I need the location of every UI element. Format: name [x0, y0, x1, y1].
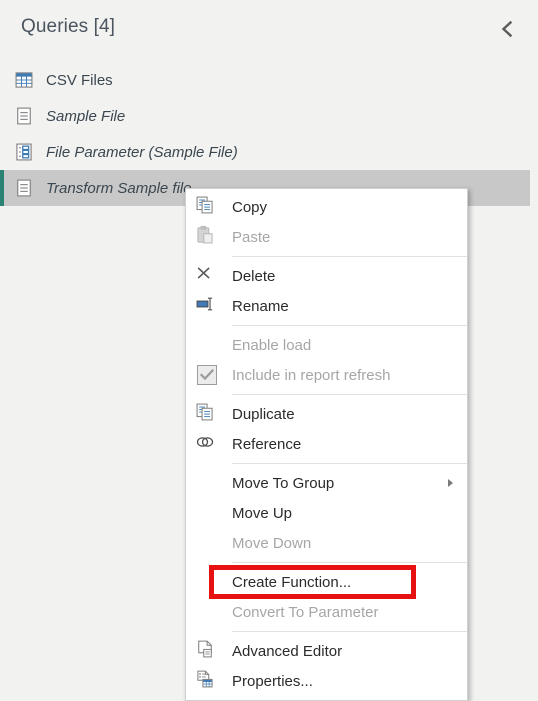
- menu-item-no-icon: [195, 570, 219, 594]
- menu-item-label: Move Down: [232, 534, 312, 552]
- menu-item-rename[interactable]: Rename: [186, 291, 467, 321]
- menu-item-label: Move To Group: [232, 474, 335, 492]
- menu-item-delete[interactable]: Delete: [186, 261, 467, 291]
- menu-item-label: Properties...: [232, 672, 313, 690]
- chevron-left-icon: [499, 19, 515, 39]
- menu-item-label: Convert To Parameter: [232, 603, 379, 621]
- menu-item-no-icon: [195, 471, 219, 495]
- menu-item-move-down: Move Down: [186, 528, 467, 558]
- menu-item-label: Include in report refresh: [232, 366, 391, 384]
- parameter-icon: [14, 142, 34, 162]
- menu-item-advanced-editor[interactable]: Advanced Editor: [186, 636, 467, 666]
- checkbox-checked-icon: [197, 365, 217, 385]
- menu-item-label: Create Function...: [232, 573, 352, 591]
- menu-separator: [232, 325, 467, 326]
- duplicate-icon: [195, 402, 219, 426]
- menu-separator: [232, 256, 467, 257]
- query-list-item-label: File Parameter (Sample File): [46, 143, 238, 161]
- menu-item-label: Reference: [232, 435, 302, 453]
- menu-separator: [232, 631, 467, 632]
- menu-separator: [232, 394, 467, 395]
- menu-item-enable-load: Enable load: [186, 330, 467, 360]
- menu-item-convert-to-parameter: Convert To Parameter: [186, 597, 467, 627]
- page-title: Queries [4]: [21, 16, 116, 37]
- menu-separator: [232, 562, 467, 563]
- properties-icon: [195, 669, 219, 693]
- menu-item-paste: Paste: [186, 222, 467, 252]
- table-icon: [14, 70, 34, 90]
- menu-separator: [232, 463, 467, 464]
- menu-item-move-up[interactable]: Move Up: [186, 498, 467, 528]
- menu-item-create-function[interactable]: Create Function...: [186, 565, 467, 599]
- menu-item-label: Rename: [232, 297, 289, 315]
- delete-x-icon: [195, 264, 219, 288]
- menu-item-move-to-group[interactable]: Move To Group: [186, 468, 467, 498]
- menu-item-no-icon: [195, 333, 219, 357]
- list-icon: [14, 106, 34, 126]
- list-icon: [14, 178, 34, 198]
- menu-item-no-icon: [195, 501, 219, 525]
- query-list-item[interactable]: File Parameter (Sample File): [0, 134, 530, 170]
- query-list-item-label: CSV Files: [46, 71, 113, 89]
- menu-item-include-in-report-refresh: Include in report refresh: [186, 360, 467, 390]
- menu-item-label: Copy: [232, 198, 268, 216]
- copy-icon: [195, 195, 219, 219]
- menu-item-duplicate[interactable]: Duplicate: [186, 399, 467, 429]
- query-list-item[interactable]: Sample File: [0, 98, 530, 134]
- query-list-item-label: Transform Sample file: [46, 179, 192, 197]
- query-context-menu[interactable]: Copy Paste Delete Rename Enable load Include …: [185, 188, 468, 701]
- advanced-editor-icon: [195, 639, 219, 663]
- menu-item-no-icon: [195, 531, 219, 555]
- menu-item-copy[interactable]: Copy: [186, 192, 467, 222]
- menu-item-label: Paste: [232, 228, 271, 246]
- menu-item-reference[interactable]: Reference: [186, 429, 467, 459]
- menu-item-label: Delete: [232, 267, 276, 285]
- collapse-pane-button[interactable]: [492, 14, 522, 44]
- rename-icon: [195, 294, 219, 318]
- menu-item-label: Advanced Editor: [232, 642, 343, 660]
- query-list-item[interactable]: CSV Files: [0, 62, 530, 98]
- menu-item-label: Duplicate: [232, 405, 295, 423]
- query-list: CSV Files Sample File File Parameter (Samp…: [0, 62, 530, 206]
- queries-pane-header: Queries [4]: [0, 0, 530, 56]
- query-list-item-label: Sample File: [46, 107, 126, 125]
- reference-link-icon: [195, 432, 219, 456]
- menu-item-label: Enable load: [232, 336, 312, 354]
- paste-icon: [195, 225, 219, 249]
- submenu-arrow-icon: [448, 479, 453, 487]
- menu-item-properties[interactable]: Properties...: [186, 666, 467, 696]
- menu-item-no-icon: [195, 600, 219, 624]
- menu-item-label: Move Up: [232, 504, 293, 522]
